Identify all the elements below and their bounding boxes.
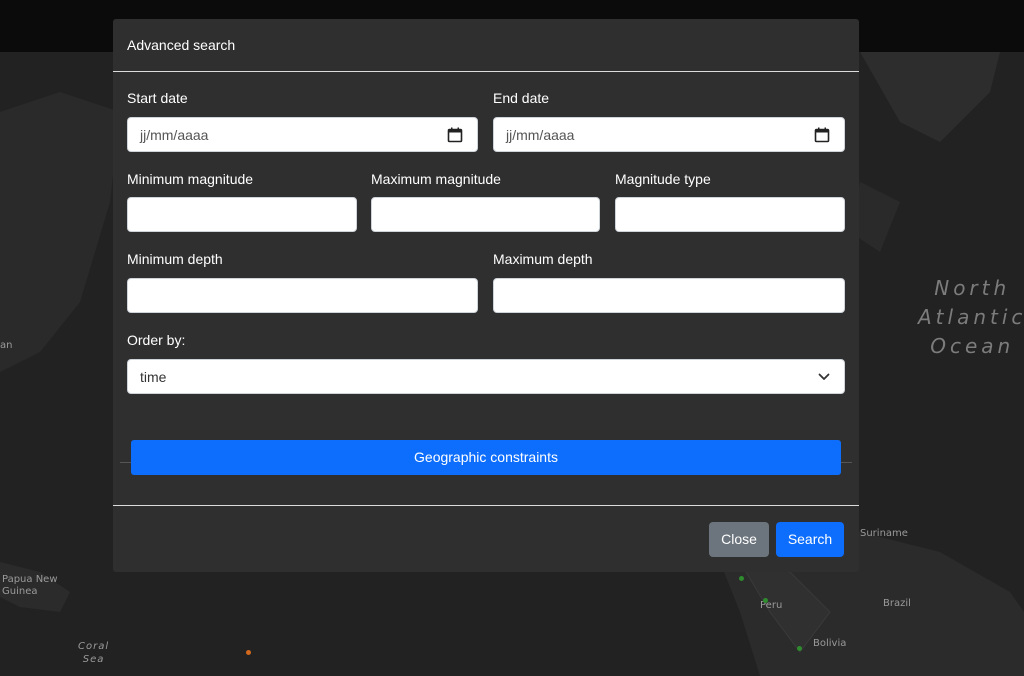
calendar-icon[interactable] [447, 127, 463, 143]
start-date-label: Start date [127, 90, 188, 106]
map-label-north-atlantic: North Atlantic Ocean [918, 276, 1024, 358]
map-label-papua: Papua New Guinea [2, 574, 58, 597]
min-magnitude-input[interactable] [127, 197, 357, 232]
order-by-label: Order by: [127, 332, 186, 348]
start-date-placeholder: jj/mm/aaaa [140, 127, 209, 143]
chevron-down-icon [818, 373, 830, 380]
min-depth-input[interactable] [127, 278, 478, 313]
max-magnitude-input[interactable] [371, 197, 600, 232]
geographic-constraints-button[interactable]: Geographic constraints [131, 440, 841, 475]
map-label-coral-sea: Coral Sea [78, 641, 110, 665]
modal-title: Advanced search [127, 37, 236, 53]
start-date-input[interactable]: jj/mm/aaaa [127, 117, 478, 152]
quake-marker[interactable] [246, 650, 251, 655]
calendar-icon[interactable] [814, 127, 830, 143]
modal-footer: Close Search [113, 505, 859, 572]
min-magnitude-label: Minimum magnitude [127, 171, 254, 187]
close-button[interactable]: Close [709, 522, 769, 557]
magnitude-type-input[interactable] [615, 197, 845, 232]
min-depth-label: Minimum depth [127, 251, 223, 267]
search-button[interactable]: Search [776, 522, 844, 557]
end-date-label: End date [493, 90, 550, 106]
max-depth-input[interactable] [493, 278, 845, 313]
modal-header: Advanced search [113, 19, 859, 72]
map-label-bolivia: Bolivia [813, 638, 847, 649]
max-depth-label: Maximum depth [493, 251, 593, 267]
magnitude-type-label: Magnitude type [615, 171, 711, 187]
end-date-placeholder: jj/mm/aaaa [506, 127, 575, 143]
order-by-selected: time [140, 369, 167, 385]
map-label-left-edge: an [0, 340, 13, 351]
advanced-search-modal: Advanced search Start date jj/mm/aaaa En… [113, 19, 859, 572]
quake-marker[interactable] [739, 576, 744, 581]
map-label-suriname: Suriname [860, 528, 908, 539]
max-magnitude-label: Maximum magnitude [371, 171, 501, 187]
modal-body: Start date jj/mm/aaaa End date jj/mm/aaa… [113, 72, 859, 506]
end-date-input[interactable]: jj/mm/aaaa [493, 117, 845, 152]
order-by-select[interactable]: time [127, 359, 845, 394]
quake-marker[interactable] [797, 646, 802, 651]
map-label-brazil: Brazil [883, 598, 911, 609]
quake-marker[interactable] [763, 598, 768, 603]
